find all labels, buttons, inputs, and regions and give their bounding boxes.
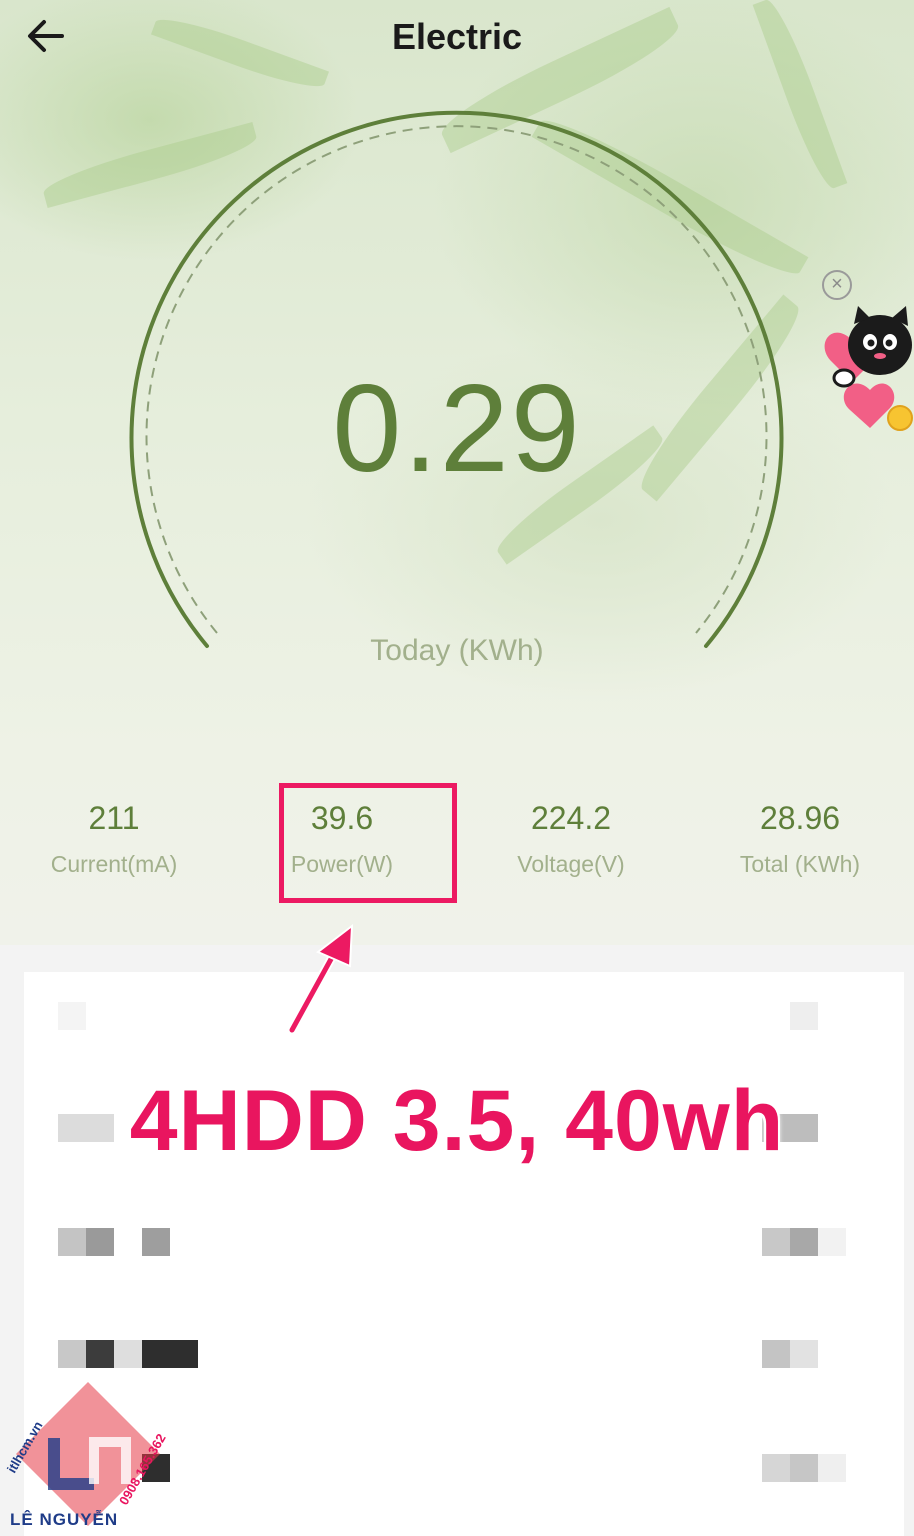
page-title: Electric — [391, 16, 523, 57]
blurred-row-value — [818, 1454, 846, 1482]
stat-label: Total (KWh) — [739, 851, 861, 877]
blurred-row-value — [762, 1454, 790, 1482]
blurred-row-value — [818, 1228, 846, 1256]
blurred-row-value — [790, 1228, 818, 1256]
stat-current: 211 Current(mA) — [0, 800, 228, 878]
stat-label: Voltage(V) — [517, 851, 625, 877]
blurred-row-label — [114, 1340, 142, 1368]
stat-value: 224.2 — [530, 800, 612, 836]
blurred-row-icon — [58, 1002, 86, 1030]
close-ad-button[interactable]: × — [822, 270, 852, 300]
annotation-text: 4HDD 3.5, 40wh — [129, 1073, 785, 1169]
blurred-row-value — [790, 1002, 818, 1030]
stat-label: Current(mA) — [50, 851, 178, 877]
stat-value: 28.96 — [759, 800, 841, 836]
blurred-row-label — [86, 1228, 114, 1256]
today-energy-label: Today (KWh) — [370, 634, 544, 667]
blurred-row-value — [762, 1340, 790, 1368]
blurred-row-value — [790, 1340, 818, 1368]
power-highlight-box — [279, 783, 457, 903]
close-circle-icon: × — [831, 273, 843, 295]
cat-mascot-ad[interactable] — [822, 300, 914, 442]
blurred-row-label[interactable] — [58, 1340, 86, 1368]
blurred-row-label — [86, 1340, 114, 1368]
today-energy-value: 0.29 — [332, 360, 582, 498]
blurred-row-label — [142, 1340, 198, 1368]
blurred-row-label[interactable] — [58, 1228, 86, 1256]
stat-voltage: 224.2 Voltage(V) — [457, 800, 685, 878]
blurred-row-value — [790, 1454, 818, 1482]
blurred-row-value — [762, 1228, 790, 1256]
top-bar: Electric — [0, 0, 914, 80]
blurred-row-label — [142, 1228, 170, 1256]
stats-row: 211 Current(mA) 39.6 Power(W) 224.2 Volt… — [0, 800, 914, 900]
stat-total: 28.96 Total (KWh) — [686, 800, 914, 878]
stat-value: 211 — [88, 800, 140, 836]
watermark-name: LÊ NGUYỄN — [10, 1510, 119, 1529]
